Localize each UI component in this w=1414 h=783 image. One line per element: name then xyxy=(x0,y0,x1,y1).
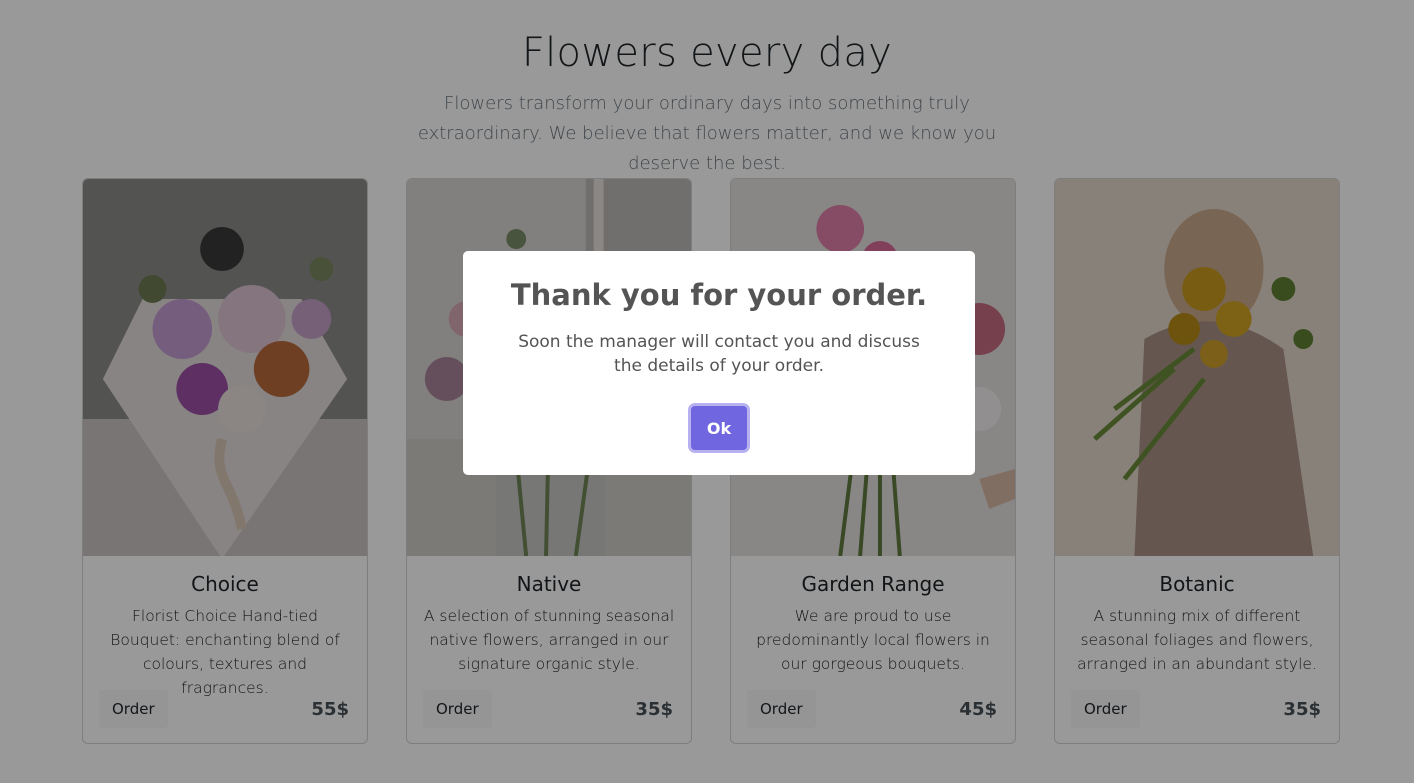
dialog-message: Soon the manager will contact you and di… xyxy=(518,332,920,376)
page: Flowers every day Flowers transform your… xyxy=(0,0,1414,783)
ok-button[interactable]: Ok xyxy=(691,406,747,450)
order-confirmation-dialog: Thank you for your order. Soon the manag… xyxy=(463,251,975,475)
dialog-title: Thank you for your order. xyxy=(510,278,928,312)
